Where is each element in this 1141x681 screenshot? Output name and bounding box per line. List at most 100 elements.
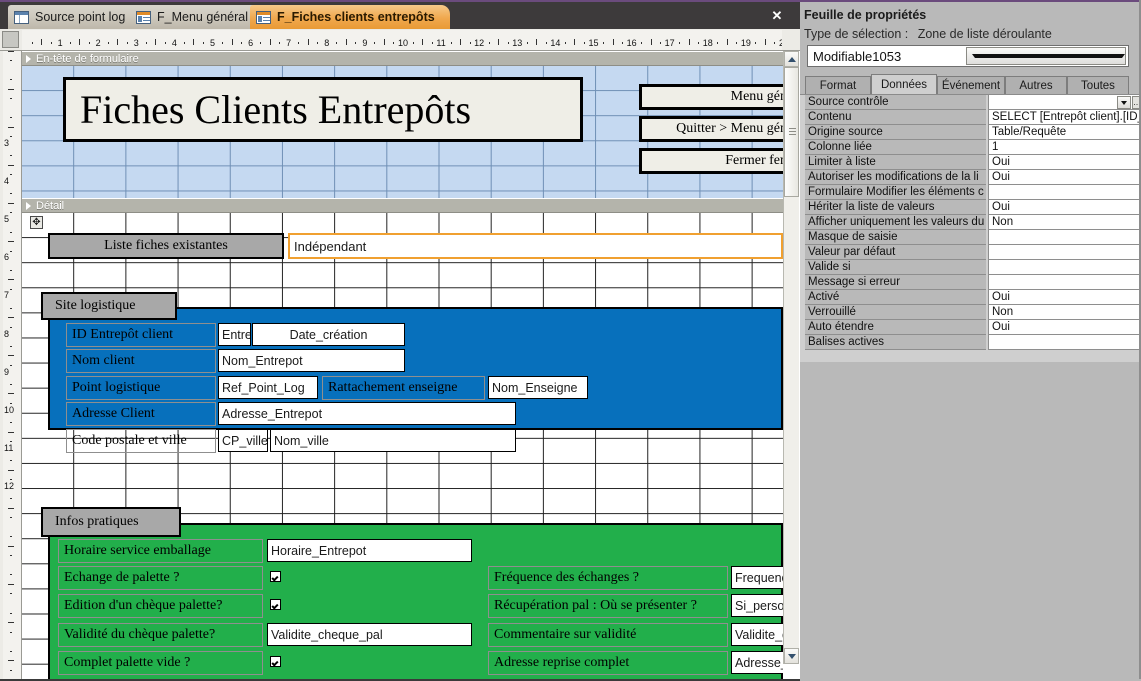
field-label-nom-client[interactable]: Nom client	[66, 349, 216, 373]
field-value-adresse-entrepot[interactable]: Adresse_Entrepot	[218, 402, 516, 425]
property-value[interactable]: Oui	[988, 290, 1141, 305]
field-value-nom-ville[interactable]: Nom_ville	[270, 429, 516, 452]
property-row[interactable]: Source contrôle …	[800, 95, 1141, 110]
checkbox-echange-de-palette[interactable]	[270, 571, 281, 582]
band-header-form-header[interactable]: En-tête de formulaire	[22, 51, 783, 66]
property-row[interactable]: Valide si	[800, 260, 1141, 275]
field-value-id-entrepot-client[interactable]: Entrepot_client	[218, 323, 251, 346]
form-canvas[interactable]: En-tête de formulaire Fiches Clients Ent…	[22, 51, 783, 679]
label-site-logistique[interactable]: Site logistique	[41, 292, 177, 320]
property-name: Contenu	[805, 110, 986, 125]
tab-donnees[interactable]: Données	[871, 74, 937, 94]
property-row[interactable]: Limiter à liste Oui	[800, 155, 1141, 170]
close-icon[interactable]: ✕	[768, 7, 786, 25]
property-value[interactable]: Table/Requête	[988, 125, 1141, 140]
property-row[interactable]: Valeur par défaut	[800, 245, 1141, 260]
field-label-complet-palette-vide[interactable]: Complet palette vide ?	[58, 651, 263, 675]
property-value[interactable]: SELECT [Entrepôt client].[ID_E	[988, 110, 1141, 125]
field-label-id-entrepot-client[interactable]: ID Entrepôt client	[66, 323, 216, 347]
band-header-detail[interactable]: Détail	[22, 198, 783, 213]
property-value[interactable]	[988, 260, 1141, 275]
property-row[interactable]: Afficher uniquement les valeurs du Non	[800, 215, 1141, 230]
property-value[interactable]: Non	[988, 215, 1141, 230]
property-value[interactable]: Oui	[988, 320, 1141, 335]
field-value-nom-enseigne[interactable]: Nom_Enseigne	[488, 376, 588, 399]
property-value[interactable]: Oui	[988, 170, 1141, 185]
property-row[interactable]: Auto étendre Oui	[800, 320, 1141, 335]
button-quitter-menu-general[interactable]: Quitter > Menu général	[639, 116, 783, 142]
field-label-echange-de-palette[interactable]: Echange de palette ?	[58, 566, 263, 590]
tab-evenement[interactable]: Événement	[937, 76, 1005, 94]
button-fermer-fenetre[interactable]: Fermer fenêtre	[639, 148, 783, 174]
field-label-code-postale-ville[interactable]: Code postale et ville	[66, 429, 216, 453]
label-liste-fiches-existantes[interactable]: Liste fiches existantes	[48, 233, 284, 259]
field-value-validite-commentaire[interactable]: Validite_commentaire	[731, 623, 783, 646]
ruler-tick	[279, 42, 281, 44]
field-label-adresse-client[interactable]: Adresse Client	[66, 402, 216, 426]
property-value[interactable]: 1	[988, 140, 1141, 155]
checkbox-complet-palette-vide[interactable]	[270, 656, 281, 667]
checkbox-edition-cheque-palette[interactable]	[270, 599, 281, 610]
tab-autres[interactable]: Autres	[1005, 76, 1067, 94]
scroll-up-icon[interactable]	[784, 51, 799, 67]
form-header-section[interactable]: Fiches Clients Entrepôts Menu général Qu…	[22, 66, 783, 198]
ruler-tick	[10, 612, 12, 614]
property-row[interactable]: Activé Oui	[800, 290, 1141, 305]
field-value-horaire-entrepot[interactable]: Horaire_Entrepot	[267, 539, 472, 562]
property-row[interactable]: Verrouillé Non	[800, 305, 1141, 320]
canvas-vertical-scrollbar[interactable]	[783, 51, 799, 664]
chevron-down-icon[interactable]	[1117, 96, 1131, 109]
ruler-corner-box[interactable]	[2, 31, 19, 48]
document-tab-f-fiches-clients-entrepots[interactable]: F_Fiches clients entrepôts	[250, 5, 450, 29]
field-value-nom-entrepot[interactable]: Nom_Entrepot	[218, 349, 405, 372]
property-list[interactable]: Source contrôle … Contenu SELECT [Entrep…	[800, 94, 1141, 362]
property-row[interactable]: Message si erreur	[800, 275, 1141, 290]
property-row[interactable]: Hériter la liste de valeurs Oui	[800, 200, 1141, 215]
chevron-down-icon[interactable]	[966, 47, 1126, 65]
field-label-edition-cheque-palette[interactable]: Edition d'un chèque palette?	[58, 594, 263, 618]
property-row[interactable]: Formulaire Modifier les éléments c	[800, 185, 1141, 200]
form-title-label[interactable]: Fiches Clients Entrepôts	[63, 77, 583, 142]
field-value-si-personne[interactable]: Si_personne	[731, 594, 783, 617]
field-value-date-creation[interactable]: Date_création	[252, 323, 405, 346]
property-row[interactable]: Autoriser les modifications de la li Oui	[800, 170, 1141, 185]
property-row[interactable]: Balises actives	[800, 335, 1141, 350]
property-row[interactable]: Contenu SELECT [Entrepôt client].[ID_E	[800, 110, 1141, 125]
property-value[interactable]: Non	[988, 305, 1141, 320]
property-value[interactable]	[988, 275, 1141, 290]
scrollbar-thumb[interactable]	[784, 67, 799, 197]
detail-section[interactable]: ✥ Liste fiches existantes Indépendant Si…	[22, 213, 783, 679]
scroll-down-icon[interactable]	[784, 648, 799, 664]
field-value-cp-ville[interactable]: CP_ville	[218, 429, 268, 452]
field-value-frequence-echange[interactable]: Frequence_echange	[731, 566, 783, 589]
field-label-frequence-des-echanges[interactable]: Fréquence des échanges ?	[488, 566, 728, 590]
property-value[interactable]: Oui	[988, 155, 1141, 170]
field-value-adresse-reprise[interactable]: Adresse_reprise	[731, 651, 783, 674]
property-row[interactable]: Masque de saisie	[800, 230, 1141, 245]
selected-control-combo[interactable]: Modifiable1053	[807, 45, 1129, 67]
property-value[interactable]	[988, 185, 1141, 200]
field-value-ref-point-log[interactable]: Ref_Point_Log	[218, 376, 318, 399]
field-label-adresse-reprise-complet[interactable]: Adresse reprise complet	[488, 651, 728, 675]
document-tab-f-menu-general[interactable]: F_Menu général	[130, 5, 270, 29]
property-row[interactable]: Origine source Table/Requête	[800, 125, 1141, 140]
property-value[interactable]: Oui	[988, 200, 1141, 215]
property-row[interactable]: Colonne liée 1	[800, 140, 1141, 155]
button-menu-general[interactable]: Menu général	[639, 84, 783, 110]
combo-liste-fiches[interactable]: Indépendant	[288, 233, 783, 259]
move-handle-icon[interactable]: ✥	[30, 216, 43, 229]
field-value-validite-cheque-pal[interactable]: Validite_cheque_pal	[267, 623, 472, 646]
property-value[interactable]	[988, 230, 1141, 245]
field-label-commentaire-sur-validite[interactable]: Commentaire sur validité	[488, 623, 728, 647]
ruler-tick	[10, 250, 12, 252]
field-label-rattachement-enseigne[interactable]: Rattachement enseigne	[322, 376, 485, 400]
field-label-horaire-service-emballage[interactable]: Horaire service emballage	[58, 539, 263, 563]
field-label-validite-cheque-palette[interactable]: Validité du chèque palette?	[58, 623, 263, 647]
property-value[interactable]	[988, 335, 1141, 350]
tab-format[interactable]: Format	[805, 76, 871, 94]
field-label-point-logistique[interactable]: Point logistique	[66, 376, 216, 400]
field-label-recuperation-pal[interactable]: Récupération pal : Où se présenter ?	[488, 594, 728, 618]
tab-toutes[interactable]: Toutes	[1067, 76, 1129, 94]
property-value[interactable]	[988, 245, 1141, 260]
label-infos-pratiques[interactable]: Infos pratiques	[41, 507, 181, 537]
